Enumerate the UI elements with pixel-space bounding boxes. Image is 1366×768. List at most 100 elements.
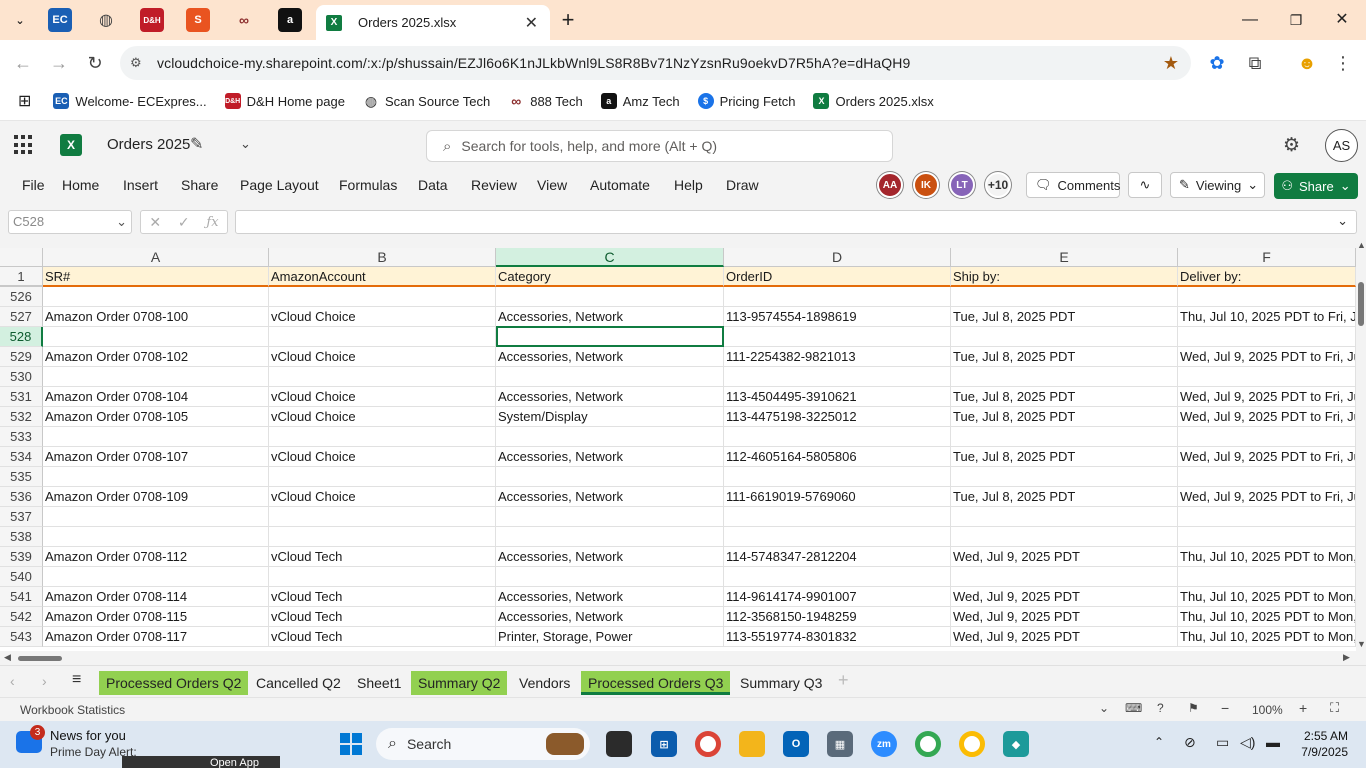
tray-chevron-icon[interactable]: ⌃ [1154,735,1164,749]
cell-f[interactable]: Thu, Jul 10, 2025 PDT to Fri, Jul 11, 20… [1178,307,1356,327]
cell-d[interactable] [724,327,951,347]
workbook-statistics[interactable]: Workbook Statistics [20,703,125,717]
cell-a[interactable]: SR# [43,267,269,287]
ec-tab-icon[interactable]: EC [48,8,72,32]
chrome-profile-icon[interactable] [915,731,941,757]
cell-f[interactable]: Deliver by: [1178,267,1356,287]
cell-c[interactable]: Accessories, Network [496,447,724,467]
cell-b[interactable] [269,567,496,587]
dh-tab-icon[interactable]: D&H [140,8,164,32]
tab-review[interactable]: Review [471,177,517,193]
cell-f[interactable]: Wed, Jul 9, 2025 PDT to Fri, Jul 11, 202… [1178,387,1356,407]
collaborator-avatar[interactable]: IK [913,172,939,198]
cell-f[interactable] [1178,527,1356,547]
cell-d[interactable]: 114-5748347-2812204 [724,547,951,567]
s-tab-icon[interactable]: S [186,8,210,32]
cell-a[interactable]: Amazon Order 0708-102 [43,347,269,367]
row-header[interactable]: 1 [0,267,43,287]
column-header-b[interactable]: B [269,248,496,267]
cell-e[interactable] [951,567,1178,587]
user-avatar[interactable]: AS [1325,129,1358,162]
profile-icon[interactable]: ☻ [1294,50,1320,76]
doc-menu-chevron-icon[interactable]: ⌄ [240,136,251,152]
tab-data[interactable]: Data [418,177,448,193]
task-view-icon[interactable] [606,731,632,757]
cell-a[interactable] [43,507,269,527]
bookmark-5[interactable]: $ Pricing Fetch [697,93,795,109]
tab-insert[interactable]: Insert [123,177,158,193]
settings-gear-icon[interactable]: ⚙ [1283,134,1300,157]
extension-icon[interactable]: ✿ [1204,50,1230,76]
formula-input[interactable]: ⌄ [235,210,1357,234]
cell-d[interactable] [724,527,951,547]
bookmark-3[interactable]: ∞ 888 Tech [508,93,583,109]
battery-icon[interactable]: ▬ [1266,734,1280,750]
cell-a[interactable]: Amazon Order 0708-107 [43,447,269,467]
cell-f[interactable] [1178,327,1356,347]
add-sheet-icon[interactable]: + [838,670,849,691]
cell-d[interactable]: 113-4504495-3910621 [724,387,951,407]
zoom-out-icon[interactable]: − [1221,700,1229,716]
row-header[interactable]: 543 [0,627,43,647]
tab-orders-2025[interactable]: X Orders 2025.xlsx ✕ [316,5,550,40]
888-tab-icon[interactable]: ∞ [232,8,256,32]
cell-e[interactable]: Wed, Jul 9, 2025 PDT [951,607,1178,627]
display-icon[interactable]: ▭ [1216,734,1229,751]
cell-d[interactable] [724,567,951,587]
cell-e[interactable]: Tue, Jul 8, 2025 PDT [951,307,1178,327]
globe-tab-icon[interactable]: ◍ [94,8,118,32]
cell-f[interactable]: Wed, Jul 9, 2025 PDT to Fri, Jul 11, 202… [1178,347,1356,367]
cell-f[interactable]: Thu, Jul 10, 2025 PDT to Mon, Jul 14, 20… [1178,607,1356,627]
cell-a[interactable] [43,467,269,487]
cell-c[interactable]: Accessories, Network [496,387,724,407]
cell-c[interactable] [496,327,724,347]
cell-e[interactable] [951,367,1178,387]
collaborator-avatar[interactable]: AA [877,172,903,198]
row-header[interactable]: 538 [0,527,43,547]
bookmark-1[interactable]: D&H D&H Home page [224,93,345,109]
cell-b[interactable]: vCloud Choice [269,407,496,427]
volume-icon[interactable]: ◁) [1240,734,1255,751]
cell-c[interactable]: System/Display [496,407,724,427]
cell-e[interactable]: Tue, Jul 8, 2025 PDT [951,447,1178,467]
cell-f[interactable]: Thu, Jul 10, 2025 PDT to Mon, Jul 14, 20… [1178,587,1356,607]
cell-c[interactable]: Accessories, Network [496,347,724,367]
horizontal-scroll-thumb[interactable] [18,656,62,661]
cell-b[interactable]: vCloud Choice [269,307,496,327]
scroll-right-icon[interactable]: ▶ [1343,652,1350,663]
cell-e[interactable]: Tue, Jul 8, 2025 PDT [951,387,1178,407]
cell-c[interactable]: Accessories, Network [496,547,724,567]
microsoft-store-icon[interactable]: ⊞ [651,731,677,757]
cell-b[interactable]: vCloud Choice [269,347,496,367]
tab-view[interactable]: View [537,177,567,193]
cell-f[interactable]: Thu, Jul 10, 2025 PDT to Mon, Jul 14, 20… [1178,627,1356,647]
cell-e[interactable] [951,327,1178,347]
cell-f[interactable]: Thu, Jul 10, 2025 PDT to Mon, Jul 14, 20… [1178,547,1356,567]
cell-e[interactable]: Tue, Jul 8, 2025 PDT [951,487,1178,507]
spreadsheet-grid[interactable]: ABCDEF 1 SR# AmazonAccount Category OrderID S… [0,248,1356,651]
cell-c[interactable]: Accessories, Network [496,587,724,607]
cell-b[interactable] [269,527,496,547]
cell-f[interactable]: Wed, Jul 9, 2025 PDT to Fri, Jul 11, 202… [1178,487,1356,507]
row-header[interactable]: 542 [0,607,43,627]
cell-a[interactable]: Amazon Order 0708-100 [43,307,269,327]
cell-d[interactable]: 113-9574554-1898619 [724,307,951,327]
address-bar[interactable]: ⚙ vcloudchoice-my.sharepoint.com/:x:/p/s… [120,46,1191,80]
cell-d[interactable]: 113-5519774-8301832 [724,627,951,647]
row-header[interactable]: 534 [0,447,43,467]
cell-c[interactable]: Accessories, Network [496,607,724,627]
cell-e[interactable]: Ship by: [951,267,1178,287]
menu-kebab-icon[interactable]: ⋮ [1330,50,1356,76]
row-header[interactable]: 530 [0,367,43,387]
comments-button[interactable]: 🗨 Comments [1026,172,1120,198]
cell-b[interactable]: vCloud Tech [269,627,496,647]
cell-b[interactable]: vCloud Choice [269,487,496,507]
cell-a[interactable]: Amazon Order 0708-109 [43,487,269,507]
scroll-up-icon[interactable]: ▲ [1357,240,1366,250]
cell-a[interactable] [43,567,269,587]
cell-b[interactable]: vCloud Tech [269,547,496,567]
search-input[interactable]: ⌕ Search for tools, help, and more (Alt … [426,130,893,162]
system-clock[interactable]: 2:55 AM 7/9/2025 [1296,728,1348,760]
cell-a[interactable]: Amazon Order 0708-114 [43,587,269,607]
cell-b[interactable] [269,287,496,307]
